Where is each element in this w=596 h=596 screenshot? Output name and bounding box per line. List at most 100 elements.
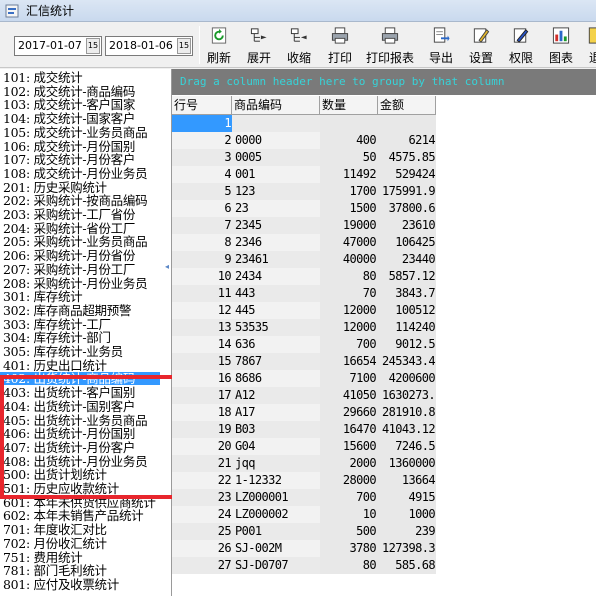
cell-amount[interactable]: 281910.8 xyxy=(378,404,436,421)
cell-row-no[interactable]: 18 xyxy=(172,404,232,421)
table-row[interactable]: 11 443 70 3843.7 xyxy=(172,285,436,302)
cell-code[interactable]: 1-12332 xyxy=(232,472,320,489)
report-list-item[interactable]: 108: 成交统计-月份业务员 xyxy=(3,167,148,180)
cell-qty[interactable]: 2000 xyxy=(320,455,378,472)
report-list-item[interactable]: 303: 库存统计-工厂 xyxy=(3,318,111,331)
cell-amount[interactable]: 23440 xyxy=(378,251,436,268)
report-list-item[interactable]: 107: 成交统计-月份客户 xyxy=(3,153,135,166)
table-row[interactable]: 5 123 1700 175991.9 xyxy=(172,183,436,200)
report-list-item[interactable]: 105: 成交统计-业务员商品 xyxy=(3,126,148,139)
cell-qty[interactable]: 80 xyxy=(320,268,378,285)
cell-code[interactable]: LZ000002 xyxy=(232,506,320,523)
table-row[interactable]: 20 G04 15600 7246.5 xyxy=(172,438,436,455)
cell-row-no[interactable]: 15 xyxy=(172,353,232,370)
cell-qty[interactable]: 16654 xyxy=(320,353,378,370)
cell-amount[interactable] xyxy=(378,115,436,132)
cell-qty[interactable]: 50 xyxy=(320,149,378,166)
cell-row-no[interactable]: 10 xyxy=(172,268,232,285)
cell-code[interactable]: 0005 xyxy=(232,149,320,166)
cell-row-no[interactable]: 11 xyxy=(172,285,232,302)
cell-amount[interactable]: 100512 xyxy=(378,302,436,319)
table-row[interactable]: 21 jqq 2000 1360000 xyxy=(172,455,436,472)
cell-qty[interactable]: 7100 xyxy=(320,370,378,387)
cell-amount[interactable]: 13664 xyxy=(378,472,436,489)
cell-code[interactable]: 2345 xyxy=(232,217,320,234)
report-list-item[interactable]: 403: 出货统计-客户国别 xyxy=(3,386,135,399)
cell-row-no[interactable]: 8 xyxy=(172,234,232,251)
cell-amount[interactable]: 585.68 xyxy=(378,557,436,574)
cell-code[interactable]: 0000 xyxy=(232,132,320,149)
table-row[interactable]: 24 LZ000002 10 1000 xyxy=(172,506,436,523)
cell-row-no[interactable]: 12 xyxy=(172,302,232,319)
report-list-item[interactable]: 101: 成交统计 xyxy=(3,71,83,84)
cell-code[interactable]: 636 xyxy=(232,336,320,353)
cell-qty[interactable]: 80 xyxy=(320,557,378,574)
report-list-item[interactable]: 202: 采购统计-按商品编码 xyxy=(3,194,148,207)
permission-button[interactable]: 权限 xyxy=(505,24,537,66)
cell-amount[interactable]: 3843.7 xyxy=(378,285,436,302)
cell-row-no[interactable]: 1 xyxy=(172,115,232,132)
cell-code[interactable]: 001 xyxy=(232,166,320,183)
table-row[interactable]: 19 B03 16470 41043.12 xyxy=(172,421,436,438)
cell-amount[interactable]: 23610 xyxy=(378,217,436,234)
cell-amount[interactable]: 4200600 xyxy=(378,370,436,387)
cell-qty[interactable]: 500 xyxy=(320,523,378,540)
cell-qty[interactable]: 47000 xyxy=(320,234,378,251)
cell-row-no[interactable]: 13 xyxy=(172,319,232,336)
cell-row-no[interactable]: 4 xyxy=(172,166,232,183)
cell-code[interactable]: B03 xyxy=(232,421,320,438)
report-list-item[interactable]: 102: 成交统计-商品编码 xyxy=(3,85,135,98)
report-list-item[interactable]: 204: 采购统计-省份工厂 xyxy=(3,222,135,235)
report-list-item[interactable]: 406: 出货统计-月份国别 xyxy=(3,427,135,440)
cell-row-no[interactable]: 7 xyxy=(172,217,232,234)
report-list-item[interactable]: 701: 年度收汇对比 xyxy=(3,523,107,536)
cell-code[interactable]: 2346 xyxy=(232,234,320,251)
cell-qty[interactable]: 700 xyxy=(320,336,378,353)
cell-qty[interactable]: 16470 xyxy=(320,421,378,438)
cell-row-no[interactable]: 21 xyxy=(172,455,232,472)
cell-amount[interactable]: 114240 xyxy=(378,319,436,336)
cell-amount[interactable]: 127398.3 xyxy=(378,540,436,557)
data-grid[interactable]: Drag a column header here to group by th… xyxy=(172,69,596,596)
print-report-button[interactable]: 打印报表 xyxy=(364,24,416,66)
table-row[interactable]: 9 23461 40000 23440 xyxy=(172,251,436,268)
cell-amount[interactable]: 175991.9 xyxy=(378,183,436,200)
settings-button[interactable]: 设置 xyxy=(465,24,497,66)
table-row[interactable]: 23 LZ000001 700 4915 xyxy=(172,489,436,506)
group-by-area[interactable]: Drag a column header here to group by th… xyxy=(172,69,596,95)
cell-code[interactable]: 443 xyxy=(232,285,320,302)
cell-row-no[interactable]: 24 xyxy=(172,506,232,523)
cell-code[interactable]: 445 xyxy=(232,302,320,319)
cell-amount[interactable]: 9012.5 xyxy=(378,336,436,353)
report-list-item[interactable]: 205: 采购统计-业务员商品 xyxy=(3,235,148,248)
report-list-item[interactable]: 104: 成交统计-国家客户 xyxy=(3,112,135,125)
report-list-item[interactable]: 801: 应付及收票统计 xyxy=(3,578,119,591)
table-row[interactable]: 7 2345 19000 23610 xyxy=(172,217,436,234)
report-list-item[interactable]: 407: 出货统计-月份客户 xyxy=(3,441,135,454)
export-button[interactable]: 导出 xyxy=(425,24,457,66)
report-list-item[interactable]: 207: 采购统计-月份工厂 xyxy=(3,263,135,276)
cell-row-no[interactable]: 2 xyxy=(172,132,232,149)
cell-amount[interactable]: 106425 xyxy=(378,234,436,251)
cell-code[interactable]: SJ-D0707 xyxy=(232,557,320,574)
table-row[interactable]: 12 445 12000 100512 xyxy=(172,302,436,319)
cell-amount[interactable]: 37800.6 xyxy=(378,200,436,217)
cell-code[interactable]: A12 xyxy=(232,387,320,404)
cell-qty[interactable]: 41050 xyxy=(320,387,378,404)
report-list-item[interactable]: 206: 采购统计-月份省份 xyxy=(3,249,135,262)
table-row[interactable]: 27 SJ-D0707 80 585.68 xyxy=(172,557,436,574)
cell-row-no[interactable]: 19 xyxy=(172,421,232,438)
cell-qty[interactable] xyxy=(320,115,378,132)
column-header-row-no[interactable]: 行号 xyxy=(172,96,232,115)
cell-row-no[interactable]: 14 xyxy=(172,336,232,353)
cell-code[interactable]: G04 xyxy=(232,438,320,455)
cell-qty[interactable]: 28000 xyxy=(320,472,378,489)
cell-amount[interactable]: 5857.12 xyxy=(378,268,436,285)
cell-code[interactable]: LZ000001 xyxy=(232,489,320,506)
cell-row-no[interactable]: 26 xyxy=(172,540,232,557)
calendar-icon[interactable]: 15 xyxy=(177,38,191,54)
print-button[interactable]: 打印 xyxy=(324,24,356,66)
cell-row-no[interactable]: 25 xyxy=(172,523,232,540)
table-row[interactable]: 13 53535 12000 114240 xyxy=(172,319,436,336)
collapse-button[interactable]: 收缩 xyxy=(283,24,315,66)
